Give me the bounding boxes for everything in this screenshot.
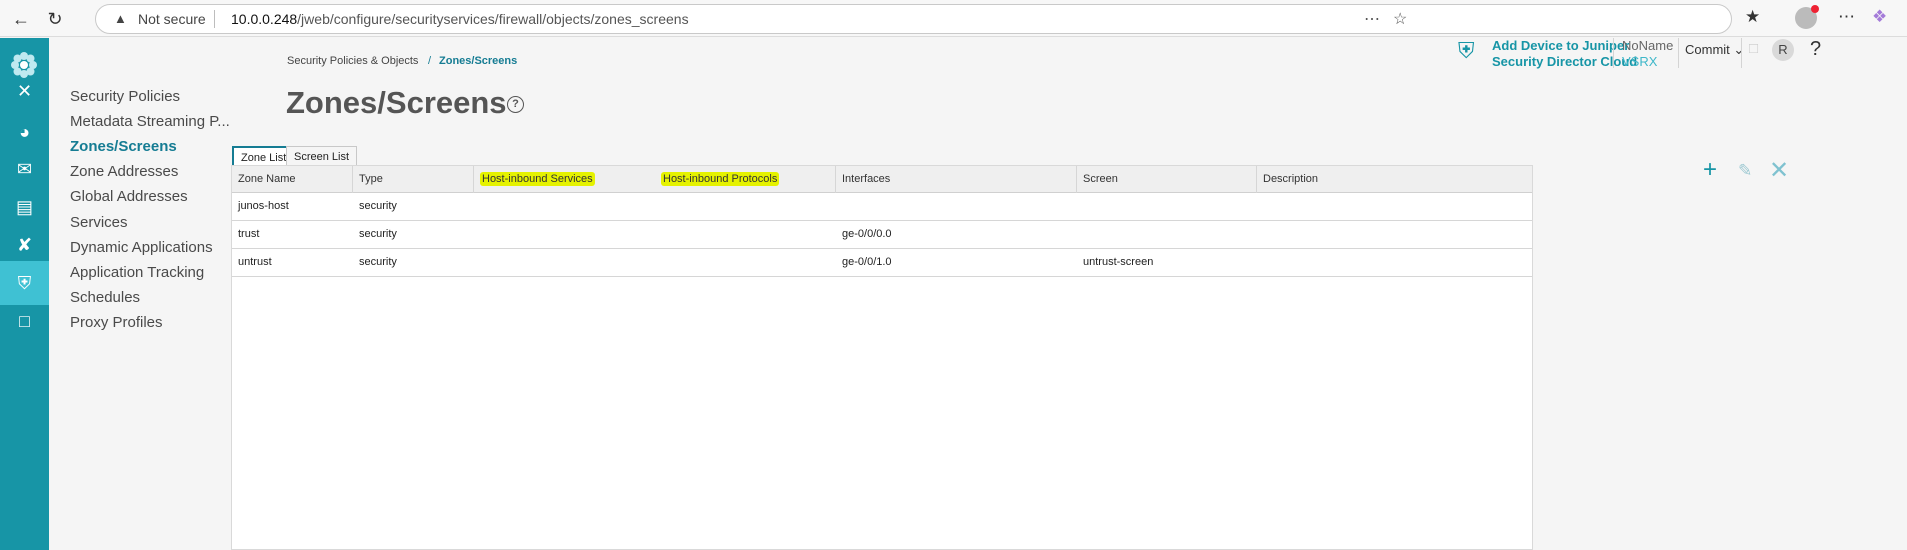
column-header-zone-name[interactable]: Zone Name (232, 166, 353, 193)
lock-icon[interactable]: □ (0, 299, 49, 343)
favorite-star-icon[interactable]: ☆ (1393, 9, 1407, 29)
edit-pencil-icon[interactable]: ✎ (1738, 161, 1752, 181)
column-header-host-inbound-protocols[interactable]: Host-inbound Protocols (655, 166, 836, 193)
cell-interfaces: ge-0/0/1.0 (842, 256, 892, 268)
breadcrumb-zones-screens: Zones/Screens (439, 55, 518, 67)
header-divider (1613, 38, 1614, 68)
subnav-item-schedules[interactable]: Schedules (70, 289, 140, 306)
cell-type: security (359, 200, 397, 212)
device-name: NoName (1622, 38, 1674, 53)
add-icon[interactable]: + (1703, 156, 1717, 184)
subnav-item-proxy-profiles[interactable]: Proxy Profiles (70, 314, 163, 331)
address-divider (214, 10, 215, 28)
cell-zone-name: untrust (238, 256, 272, 268)
column-header-type[interactable]: Type (353, 166, 474, 193)
security-label[interactable]: Not secure (138, 11, 206, 27)
icon-rail: ✕ ◕ ✉ ▤ ✘ ⛨ □ (0, 38, 49, 550)
column-header-description[interactable]: Description (1257, 166, 1532, 193)
column-header-host-inbound-services[interactable]: Host-inbound Services (474, 166, 655, 193)
cell-screen (1077, 193, 1083, 221)
table-header: Zone Name Type Host-inbound Services Hos… (232, 166, 1532, 193)
breadcrumb-security-policies[interactable]: Security Policies & Objects (287, 55, 418, 67)
reload-icon[interactable]: ↻ (42, 6, 68, 32)
subnav-item-services[interactable]: Services (70, 214, 128, 231)
subnav-item-metadata-streaming[interactable]: Metadata Streaming P... (70, 113, 230, 130)
cell-interfaces: ge-0/0/0.0 (842, 228, 892, 240)
browser-profile-avatar[interactable] (1795, 5, 1819, 29)
cell-screen (1077, 221, 1083, 249)
header-divider (1741, 38, 1742, 68)
favorites-icon[interactable]: ★ (1745, 7, 1760, 27)
help-icon[interactable]: ? (1810, 38, 1821, 61)
warning-icon: ▲ (114, 11, 127, 26)
cell-type: security (359, 256, 397, 268)
commit-dropdown[interactable]: Commit ⌄ (1685, 42, 1744, 58)
chat-icon[interactable]: □ (1749, 40, 1758, 57)
copilot-icon[interactable]: ❖ (1872, 7, 1887, 27)
chevron-down-icon: ⌄ (1733, 42, 1745, 57)
cell-zone-name: trust (238, 228, 260, 240)
browser-toolbar: ← ↻ ▲ Not secure 10.0.0.248/jweb/configu… (0, 0, 1907, 37)
device-model: VSRX (1622, 54, 1658, 69)
subnav-item-application-tracking[interactable]: Application Tracking (70, 264, 204, 281)
cell-type: security (359, 228, 397, 240)
url-text[interactable]: 10.0.0.248/jweb/configure/securityservic… (231, 11, 689, 27)
add-device-jsdc-link[interactable]: Add Device to Juniper Security Director … (1492, 38, 1637, 70)
table-row[interactable]: trust security ge-0/0/0.0 (232, 221, 1532, 249)
column-header-screen[interactable]: Screen (1077, 166, 1257, 193)
more-icon[interactable]: ⋯ (1838, 7, 1855, 27)
jsdc-shield-icon[interactable]: ⛨ (1458, 38, 1484, 64)
delete-close-icon[interactable]: ✕ (1769, 156, 1789, 185)
address-bar[interactable]: ▲ Not secure 10.0.0.248/jweb/configure/s… (95, 4, 1732, 34)
subnav-item-security-policies[interactable]: Security Policies (70, 88, 180, 105)
user-avatar[interactable]: R (1772, 39, 1794, 61)
help-circle-icon[interactable]: ? (507, 96, 524, 113)
header-divider (1678, 38, 1679, 68)
back-icon[interactable]: ← (8, 6, 34, 32)
zones-table: Zone Name Type Host-inbound Services Hos… (231, 165, 1533, 550)
close-menu-icon[interactable]: ✕ (0, 69, 49, 113)
subnav-item-global-addresses[interactable]: Global Addresses (70, 188, 188, 205)
cell-screen: untrust-screen (1083, 256, 1154, 268)
cell-interfaces (836, 193, 842, 221)
table-row[interactable]: untrust security ge-0/0/1.0 untrust-scre… (232, 249, 1532, 277)
table-row[interactable]: junos-host security (232, 193, 1532, 221)
cell-zone-name: junos-host (238, 200, 289, 212)
subnav-item-dynamic-applications[interactable]: Dynamic Applications (70, 239, 213, 256)
breadcrumb-separator: / (428, 55, 432, 67)
subnav-item-zones-screens[interactable]: Zones/Screens (70, 138, 177, 155)
page-title: Zones/Screens (286, 85, 507, 120)
column-header-interfaces[interactable]: Interfaces (836, 166, 1077, 193)
reader-icon[interactable]: ⋯ (1364, 9, 1380, 29)
subnav-item-zone-addresses[interactable]: Zone Addresses (70, 163, 178, 180)
